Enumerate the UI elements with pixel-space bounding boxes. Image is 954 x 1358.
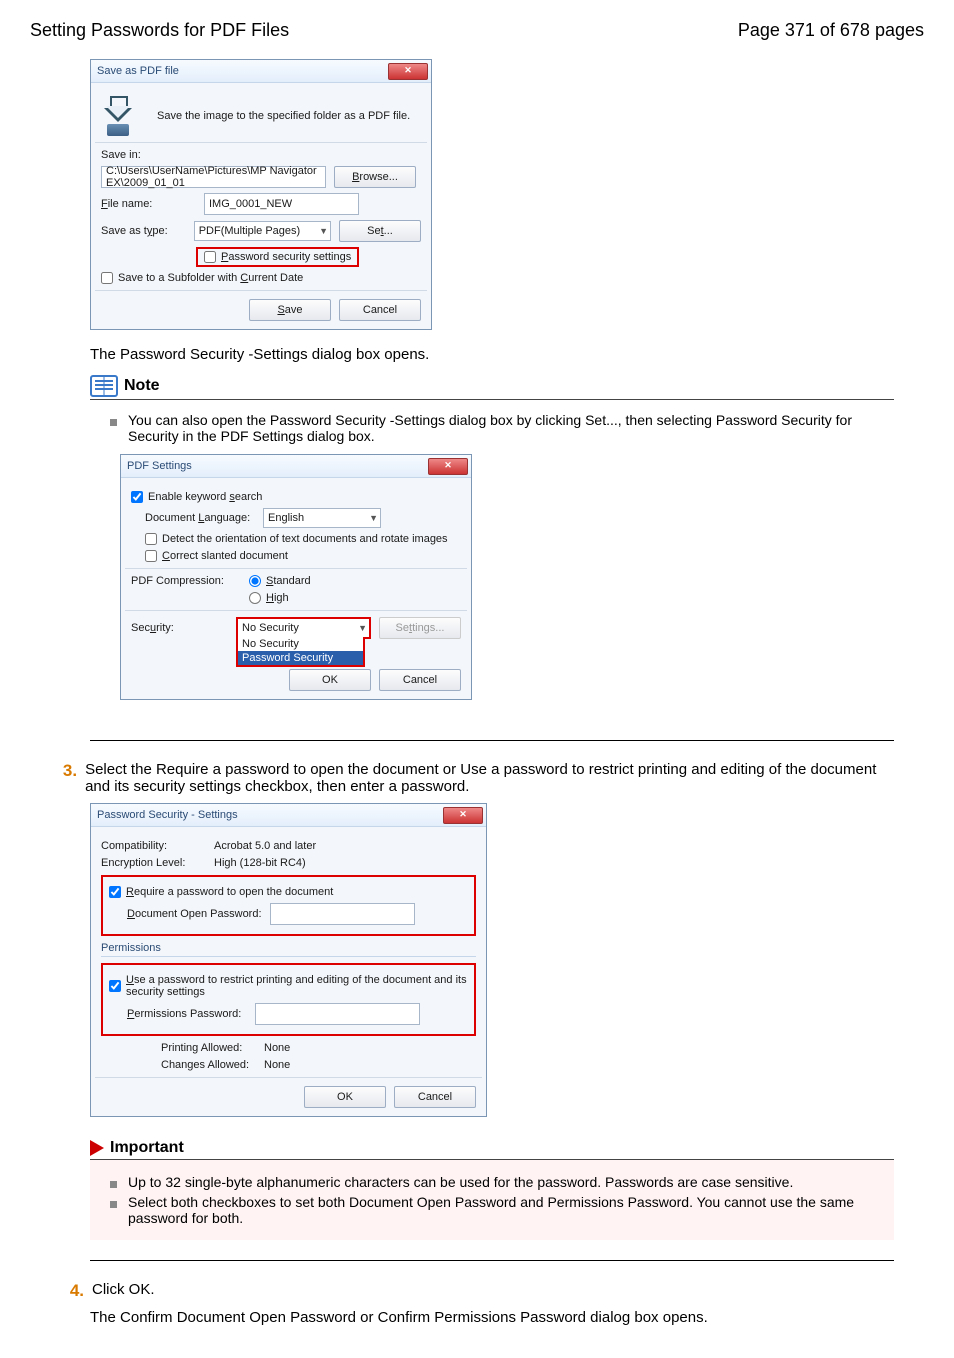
dialog-title: Save as PDF file <box>97 65 179 77</box>
security-option-none[interactable]: No Security <box>238 637 363 651</box>
important-body: Up to 32 single-byte alphanumeric charac… <box>90 1160 894 1240</box>
security-label: Security: <box>131 622 228 634</box>
save-to-subfolder-checkbox[interactable]: Save to a Subfolder with Current Date <box>101 272 303 284</box>
changes-allowed-label: Changes Allowed: <box>161 1059 256 1071</box>
security-select[interactable]: No Security▼ <box>236 617 371 639</box>
doc-language-select[interactable]: English▼ <box>263 508 381 528</box>
save-in-path[interactable]: C:\Users\UserName\Pictures\MP Navigator … <box>101 166 326 188</box>
permissions-password-input[interactable] <box>255 1003 420 1025</box>
save-as-pdf-dialog: Save as PDF file Save the image to the s… <box>90 59 432 330</box>
step-number: 4. <box>62 1281 84 1301</box>
pdf-settings-dialog: PDF Settings Enable keyword search Docum… <box>120 454 472 700</box>
changes-allowed-value: None <box>264 1059 290 1071</box>
permissions-password-group: Use a password to restrict printing and … <box>101 963 476 1036</box>
security-settings-button[interactable]: Settings... <box>379 617 461 639</box>
page-title: Setting Passwords for PDF Files <box>30 20 289 41</box>
detect-orientation-checkbox[interactable]: Detect the orientation of text documents… <box>145 533 448 545</box>
close-icon[interactable] <box>388 63 428 80</box>
compression-high-radio[interactable]: High <box>249 592 289 604</box>
divider <box>90 1260 894 1261</box>
require-open-password-group: Require a password to open the document … <box>101 875 476 936</box>
password-security-settings-checkbox[interactable]: Password security settings <box>196 247 359 267</box>
compatibility-value: Acrobat 5.0 and later <box>214 840 316 852</box>
step-4: 4. Click OK. <box>62 1281 894 1301</box>
step-3: 3. Select the Require a password to open… <box>62 761 894 795</box>
note-icon <box>90 375 118 397</box>
dialog-titlebar: Save as PDF file <box>91 60 431 83</box>
step-number: 3. <box>62 761 77 781</box>
save-in-label: Save in: <box>101 149 141 161</box>
permissions-password-label: Permissions Password: <box>127 1008 247 1020</box>
important-title: Important <box>110 1139 184 1157</box>
doc-open-password-label: Document Open Password: <box>127 908 262 920</box>
browse-button[interactable]: Browse... <box>334 166 416 188</box>
chevron-down-icon: ▼ <box>319 226 328 236</box>
ok-button[interactable]: OK <box>289 669 371 691</box>
note-bullet: You can also open the Password Security … <box>110 412 890 444</box>
doc-language-label: Document Language: <box>145 512 255 524</box>
cancel-button[interactable]: Cancel <box>394 1086 476 1108</box>
step-text: Select the Require a password to open th… <box>85 761 894 795</box>
correct-slanted-checkbox[interactable]: Correct slanted document <box>145 550 288 562</box>
page-header: Setting Passwords for PDF Files Page 371… <box>30 20 924 41</box>
dialog-description: Save the image to the specified folder a… <box>157 110 410 122</box>
require-open-password-checkbox[interactable]: Require a password to open the document <box>109 886 333 898</box>
paragraph: The Confirm Document Open Password or Co… <box>90 1309 894 1326</box>
dialog-title: Password Security - Settings <box>97 809 238 821</box>
divider <box>90 740 894 741</box>
cancel-button[interactable]: Cancel <box>379 669 461 691</box>
chevron-down-icon: ▼ <box>358 623 367 633</box>
step-text: Click OK. <box>92 1281 155 1298</box>
printing-allowed-label: Printing Allowed: <box>161 1042 256 1054</box>
file-name-label: File name: <box>101 198 196 210</box>
close-icon[interactable] <box>428 458 468 475</box>
encryption-level-value: High (128-bit RC4) <box>214 857 306 869</box>
close-icon[interactable] <box>443 807 483 824</box>
note-title: Note <box>124 377 160 395</box>
compatibility-label: Compatibility: <box>101 840 206 852</box>
important-icon <box>90 1140 104 1156</box>
important-bullet: Select both checkboxes to set both Docum… <box>110 1194 886 1226</box>
dialog-titlebar: PDF Settings <box>121 455 471 478</box>
pdf-compression-label: PDF Compression: <box>131 575 241 587</box>
cancel-button[interactable]: Cancel <box>339 299 421 321</box>
printing-allowed-value: None <box>264 1042 290 1054</box>
note-body: You can also open the Password Security … <box>90 400 894 720</box>
note-header: Note <box>90 375 894 400</box>
paragraph: The Password Security -Settings dialog b… <box>90 346 894 363</box>
use-restrict-password-checkbox[interactable]: Use a password to restrict printing and … <box>109 974 468 998</box>
compression-standard-radio[interactable]: Standard <box>249 575 311 587</box>
file-name-input[interactable]: IMG_0001_NEW <box>204 193 359 215</box>
encryption-level-label: Encryption Level: <box>101 857 206 869</box>
permissions-header: Permissions <box>101 942 476 957</box>
password-security-settings-dialog: Password Security - Settings Compatibili… <box>90 803 487 1117</box>
dialog-title: PDF Settings <box>127 460 192 472</box>
chevron-down-icon: ▼ <box>369 513 378 523</box>
set-button[interactable]: Set... <box>339 220 421 242</box>
save-as-type-label: Save as type: <box>101 225 186 237</box>
important-bullet: Up to 32 single-byte alphanumeric charac… <box>110 1174 886 1190</box>
enable-keyword-search-checkbox[interactable]: Enable keyword search <box>131 491 262 503</box>
security-option-password[interactable]: Password Security <box>238 651 363 665</box>
ok-button[interactable]: OK <box>304 1086 386 1108</box>
important-header: Important <box>90 1139 894 1160</box>
dialog-titlebar: Password Security - Settings <box>91 804 486 827</box>
page-indicator: Page 371 of 678 pages <box>738 20 924 41</box>
security-dropdown-open: No Security Password Security <box>236 637 365 667</box>
save-down-arrow-icon <box>101 96 135 136</box>
doc-open-password-input[interactable] <box>270 903 415 925</box>
save-button[interactable]: Save <box>249 299 331 321</box>
save-as-type-select[interactable]: PDF(Multiple Pages)▼ <box>194 221 331 241</box>
